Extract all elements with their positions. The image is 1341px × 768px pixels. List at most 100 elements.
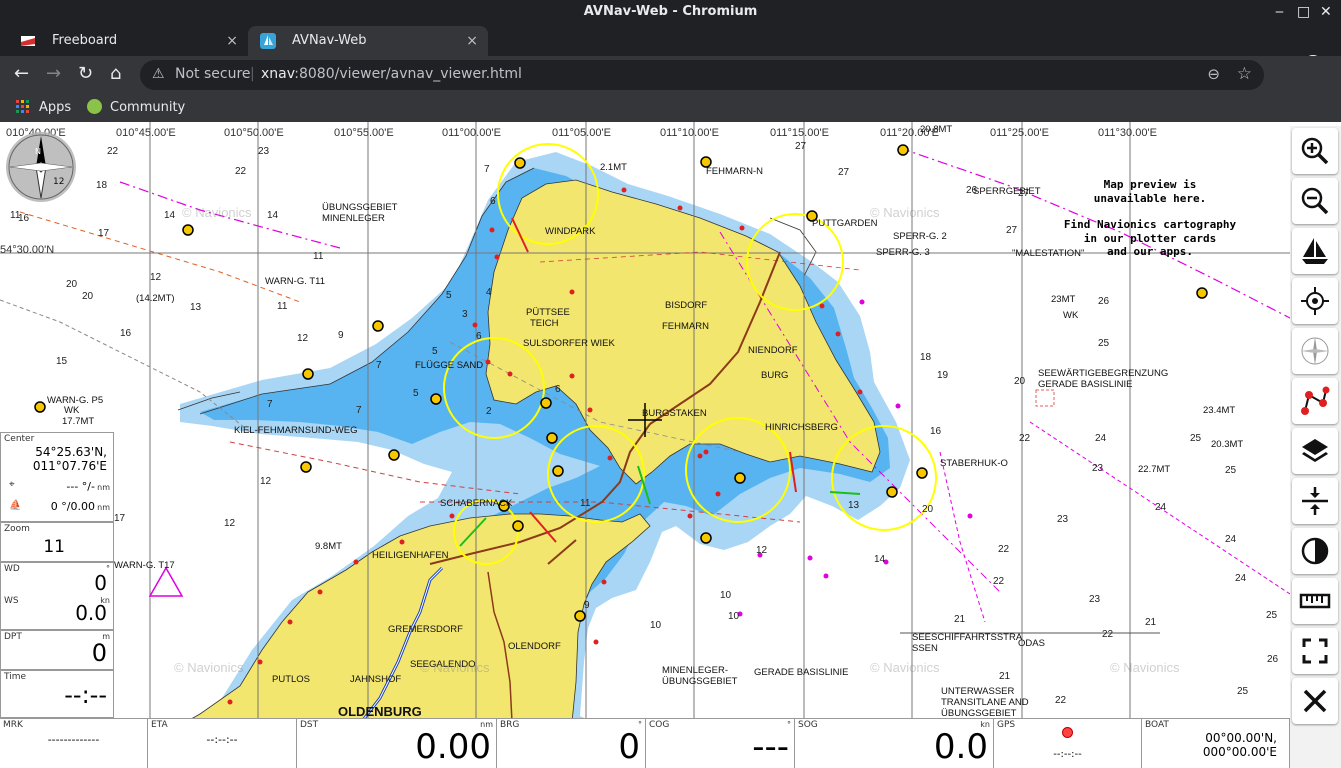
depth-sounding: 22	[235, 166, 247, 177]
place-label: JAHNSHOF	[350, 674, 401, 685]
wind-speed-value: 0.0	[75, 601, 107, 625]
zoom-in-button[interactable]	[1292, 128, 1338, 174]
tab-strip: Freeboard × AVNav-Web × + ▼	[0, 24, 1341, 74]
depth-sounding: 11	[580, 498, 591, 509]
anchor-watch-button[interactable]	[1292, 478, 1338, 524]
bookmark-apps[interactable]: Apps	[39, 100, 71, 115]
depth-sounding: 7	[376, 360, 382, 371]
maximize-button[interactable]: □	[1297, 0, 1310, 24]
longitude-tick-label: 010°55.00'E	[334, 127, 394, 139]
longitude-tick-label: 011°30.00'E	[1098, 127, 1157, 139]
svg-text:© Navionics: © Navionics	[182, 205, 252, 220]
close-window-button[interactable]: ✕	[1320, 0, 1332, 24]
depth-sounding: 14	[267, 210, 279, 221]
boat-lock-button[interactable]	[1292, 228, 1338, 274]
depth-sounding: 12	[756, 545, 768, 556]
fullscreen-button[interactable]	[1292, 628, 1338, 674]
home-button[interactable]: ⌂	[110, 64, 121, 84]
center-position-button[interactable]	[1292, 278, 1338, 324]
wind-widget[interactable]: WD ° 0 WS kn 0.0	[0, 562, 114, 630]
minimize-button[interactable]: ‒	[1275, 0, 1284, 24]
zoom-widget[interactable]: Zoom 11	[0, 522, 114, 562]
layers-button[interactable]	[1292, 428, 1338, 474]
boat-position-widget[interactable]: BOAT 00°00.00'N, 000°00.00'E	[1142, 718, 1290, 768]
depth-widget[interactable]: DPT m 0	[0, 630, 114, 670]
time-widget[interactable]: Time --:--	[0, 670, 114, 718]
address-bar[interactable]: ⚠ Not secure | xnav:8080/viewer/avnav_vi…	[140, 60, 1264, 90]
place-label: TEICH	[530, 318, 559, 329]
place-label: 23MT	[1051, 294, 1075, 305]
center-widget[interactable]: Center 54°25.63'N, 011°07.76'E ⌖ --- °/-…	[0, 432, 114, 522]
bearing-widget[interactable]: BRG ° 0	[497, 718, 646, 768]
depth-sounding: 12	[224, 518, 236, 529]
place-label: OLENDORF	[508, 641, 561, 652]
depth-sounding: 23	[258, 146, 270, 157]
depth-sounding: 13	[190, 302, 202, 313]
depth-sounding: 14	[164, 210, 176, 221]
route-icon	[1301, 386, 1330, 415]
place-label: WARN-G. T17	[114, 560, 175, 571]
depth-sounding: 24	[1155, 502, 1167, 513]
place-label: STABERHUK-O	[940, 458, 1008, 469]
depth-sounding: 25	[1190, 433, 1202, 444]
bottom-status-bar: MRK ------------- ETA --:--:-- DST nm 0.…	[0, 718, 1290, 768]
depth-sounding: 20	[82, 291, 94, 302]
url-host: xnav	[261, 66, 295, 82]
tab-close-icon[interactable]: ×	[226, 26, 238, 56]
depth-sounding: 7	[484, 164, 490, 175]
zoom-icon[interactable]: ⊖	[1207, 65, 1220, 83]
cog-widget[interactable]: COG ° ---	[646, 718, 795, 768]
longitude-tick-label: 011°25.00'E	[990, 127, 1049, 139]
bearing-value: 0	[618, 727, 640, 767]
security-label[interactable]: Not secure	[175, 66, 251, 82]
sog-widget[interactable]: SOG kn 0.0	[795, 718, 994, 768]
depth-sounding: 5	[432, 346, 438, 357]
reload-button[interactable]: ↻	[78, 64, 93, 84]
marker-widget[interactable]: MRK -------------	[0, 718, 148, 768]
depth-sounding: 5	[413, 388, 419, 399]
depth-sounding: 25	[1098, 338, 1110, 349]
compass-rose[interactable]: 12 N	[6, 132, 76, 202]
tab-freeboard[interactable]: Freeboard ×	[8, 26, 248, 56]
svg-text:N: N	[35, 147, 41, 156]
browser-toolbar: ← → ↻ ⌂ ⚠ Not secure | xnav:8080/viewer/…	[0, 56, 1341, 141]
place-label: SPERRGEBIET	[973, 186, 1041, 197]
place-label: PUTTGARDEN	[812, 218, 878, 229]
depth-sounding: 27	[1006, 225, 1018, 236]
wind-direction-value: 0	[94, 571, 107, 595]
depth-sounding: 7	[356, 405, 362, 416]
route-button[interactable]	[1292, 378, 1338, 424]
apps-grid-icon[interactable]	[16, 100, 30, 118]
night-mode-button[interactable]	[1292, 528, 1338, 574]
back-button[interactable]: ←	[14, 64, 29, 84]
url-text[interactable]: xnav:8080/viewer/avnav_viewer.html	[261, 66, 522, 82]
zoom-out-button[interactable]	[1292, 178, 1338, 224]
eta-widget[interactable]: ETA --:--:--	[148, 718, 297, 768]
place-label: SULSDORFER WIEK	[523, 338, 616, 349]
longitude-tick-label: 011°00.00'E	[442, 127, 501, 139]
cancel-button[interactable]	[1292, 678, 1338, 724]
freeboard-favicon-icon	[21, 36, 35, 46]
not-secure-icon[interactable]: ⚠	[152, 66, 165, 82]
bookmark-star-icon[interactable]: ☆	[1237, 64, 1252, 84]
bookmark-community[interactable]: Community	[110, 100, 185, 115]
gps-widget[interactable]: GPS --:--:--	[994, 718, 1142, 768]
depth-sounding: 14	[874, 554, 886, 565]
avnav-viewport: 010°40.00'E010°45.00'E010°50.00'E010°55.…	[0, 122, 1341, 768]
place-label: GREMERSDORF	[388, 624, 463, 635]
depth-sounding: 22	[993, 576, 1005, 587]
tab-avnav[interactable]: AVNav-Web ×	[248, 26, 488, 56]
tab-close-icon[interactable]: ×	[466, 26, 478, 56]
center-distance: 0 °/0.00	[50, 500, 95, 513]
depth-sounding: 23	[1092, 463, 1104, 474]
measure-button[interactable]	[1292, 578, 1338, 624]
depth-sounding: 26	[1098, 296, 1110, 307]
forward-button[interactable]: →	[46, 64, 61, 84]
depth-sounding: 6	[476, 331, 482, 342]
distance-widget[interactable]: DST nm 0.00	[297, 718, 497, 768]
place-label: MINENLEGER-	[662, 665, 728, 676]
depth-sounding: 23	[1057, 514, 1069, 525]
depth-sounding: 19	[937, 370, 949, 381]
course-up-button[interactable]	[1292, 328, 1338, 374]
place-label: HEILIGENHAFEN	[372, 550, 449, 561]
